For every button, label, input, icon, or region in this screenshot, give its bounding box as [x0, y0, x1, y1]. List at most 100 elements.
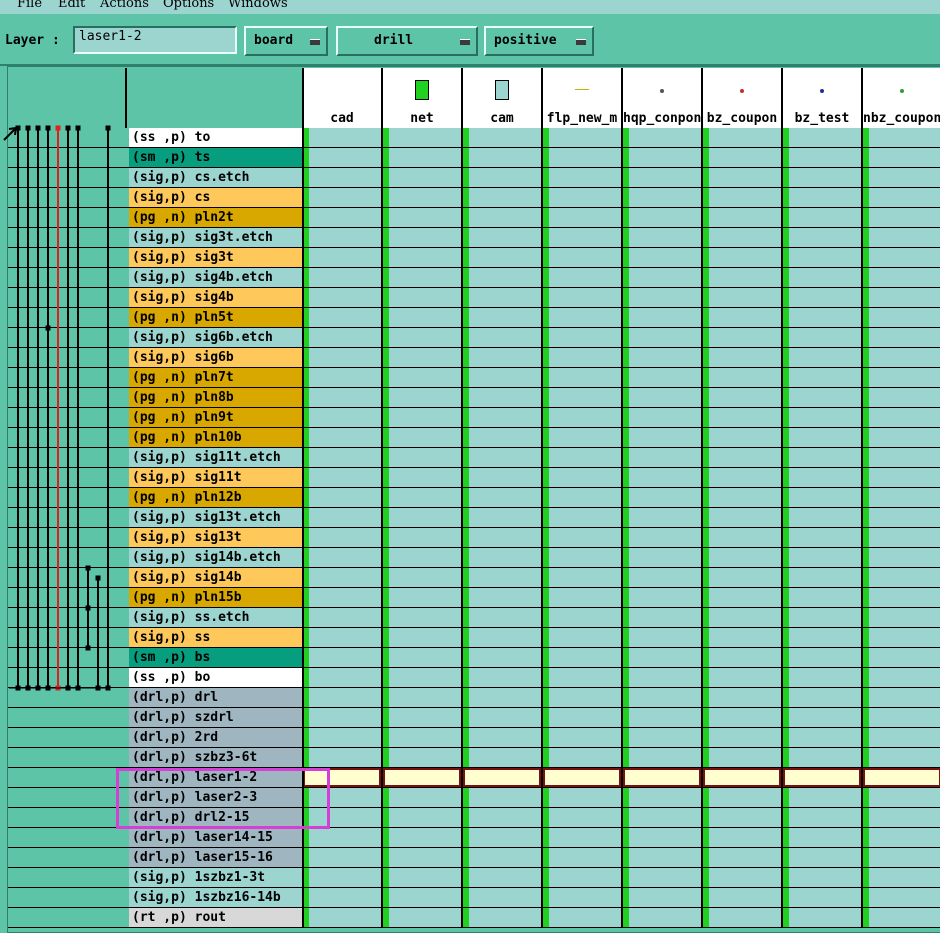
matrix-cell[interactable] — [543, 528, 621, 547]
matrix-cell[interactable] — [383, 228, 461, 247]
matrix-cell[interactable] — [383, 388, 461, 407]
matrix-cell[interactable] — [783, 168, 861, 187]
layer-row-label[interactable]: (sig,p) sig3t.etch — [129, 228, 302, 247]
matrix-cell[interactable] — [383, 488, 461, 507]
matrix-cell[interactable] — [863, 528, 940, 547]
matrix-cell[interactable] — [383, 548, 461, 567]
layer-row-label[interactable]: (sig,p) ss — [129, 628, 302, 647]
matrix-cell[interactable] — [543, 608, 621, 627]
matrix-cell[interactable] — [623, 888, 701, 907]
matrix-cell[interactable] — [383, 668, 461, 687]
matrix-cell[interactable] — [863, 548, 940, 567]
matrix-cell[interactable] — [863, 388, 940, 407]
matrix-cell[interactable] — [623, 268, 701, 287]
matrix-cell[interactable] — [303, 248, 381, 267]
matrix-cell[interactable] — [863, 588, 940, 607]
matrix-cell[interactable] — [543, 328, 621, 347]
matrix-cell[interactable] — [783, 588, 861, 607]
matrix-cell[interactable] — [303, 748, 381, 767]
matrix-cell[interactable] — [383, 608, 461, 627]
matrix-cell[interactable] — [863, 308, 940, 327]
matrix-cell[interactable] — [783, 188, 861, 207]
matrix-cell[interactable] — [543, 508, 621, 527]
matrix-cell[interactable] — [463, 328, 541, 347]
matrix-cell[interactable] — [863, 188, 940, 207]
matrix-cell[interactable] — [383, 908, 461, 927]
matrix-cell[interactable] — [623, 248, 701, 267]
layer-row-label[interactable]: (sig,p) cs — [129, 188, 302, 207]
matrix-cell[interactable] — [783, 528, 861, 547]
context-dropdown[interactable]: board — [244, 26, 328, 56]
matrix-cell[interactable] — [543, 588, 621, 607]
matrix-cell[interactable] — [783, 768, 861, 787]
matrix-cell[interactable] — [463, 908, 541, 927]
matrix-cell[interactable] — [543, 368, 621, 387]
matrix-cell[interactable] — [383, 828, 461, 847]
matrix-cell[interactable] — [543, 308, 621, 327]
matrix-cell[interactable] — [303, 128, 381, 147]
matrix-cell[interactable] — [783, 728, 861, 747]
matrix-cell[interactable] — [543, 248, 621, 267]
matrix-cell[interactable] — [623, 828, 701, 847]
matrix-cell[interactable] — [783, 668, 861, 687]
matrix-cell[interactable] — [543, 868, 621, 887]
matrix-cell[interactable] — [783, 248, 861, 267]
matrix-cell[interactable] — [463, 228, 541, 247]
matrix-cell[interactable] — [463, 648, 541, 667]
layer-row-label[interactable]: (drl,p) 2rd — [129, 728, 302, 747]
matrix-cell[interactable] — [543, 808, 621, 827]
matrix-cell[interactable] — [703, 408, 781, 427]
matrix-cell[interactable] — [623, 568, 701, 587]
matrix-cell[interactable] — [783, 888, 861, 907]
matrix-cell[interactable] — [623, 868, 701, 887]
layer-row-label[interactable]: (sig,p) sig11t.etch — [129, 448, 302, 467]
column-header-hqp_conpon[interactable]: hqp_conpon — [623, 68, 703, 128]
matrix-cell[interactable] — [623, 228, 701, 247]
matrix-cell[interactable] — [543, 468, 621, 487]
matrix-cell[interactable] — [463, 588, 541, 607]
matrix-cell[interactable] — [703, 388, 781, 407]
layer-row-label[interactable]: (pg ,n) pln2t — [129, 208, 302, 227]
layer-row-label[interactable]: (sig,p) sig6b.etch — [129, 328, 302, 347]
matrix-cell[interactable] — [463, 488, 541, 507]
matrix-cell[interactable] — [863, 848, 940, 867]
matrix-cell[interactable] — [863, 868, 940, 887]
layer-row-label[interactable]: (sig,p) sig6b — [129, 348, 302, 367]
matrix-cell[interactable] — [783, 468, 861, 487]
matrix-cell[interactable] — [783, 208, 861, 227]
matrix-cell[interactable] — [303, 608, 381, 627]
matrix-cell[interactable] — [783, 128, 861, 147]
matrix-cell[interactable] — [703, 748, 781, 767]
matrix-cell[interactable] — [463, 868, 541, 887]
column-header-bz_coupon[interactable]: bz_coupon — [703, 68, 783, 128]
matrix-cell[interactable] — [303, 368, 381, 387]
matrix-cell[interactable] — [463, 808, 541, 827]
matrix-cell[interactable] — [383, 408, 461, 427]
matrix-cell[interactable] — [303, 588, 381, 607]
matrix-cell[interactable] — [783, 788, 861, 807]
matrix-cell[interactable] — [463, 168, 541, 187]
matrix-cell[interactable] — [383, 248, 461, 267]
matrix-cell[interactable] — [383, 708, 461, 727]
matrix-cell[interactable] — [623, 788, 701, 807]
matrix-cell[interactable] — [383, 868, 461, 887]
matrix-cell[interactable] — [783, 348, 861, 367]
matrix-cell[interactable] — [383, 168, 461, 187]
matrix-cell[interactable] — [303, 428, 381, 447]
matrix-cell[interactable] — [383, 188, 461, 207]
matrix-cell[interactable] — [703, 148, 781, 167]
matrix-cell[interactable] — [303, 228, 381, 247]
matrix-cell[interactable] — [863, 508, 940, 527]
matrix-cell[interactable] — [623, 128, 701, 147]
matrix-cell[interactable] — [623, 408, 701, 427]
matrix-cell[interactable] — [623, 188, 701, 207]
matrix-cell[interactable] — [783, 548, 861, 567]
matrix-cell[interactable] — [303, 488, 381, 507]
matrix-cell[interactable] — [783, 748, 861, 767]
matrix-cell[interactable] — [543, 768, 621, 787]
matrix-cell[interactable] — [703, 868, 781, 887]
matrix-cell[interactable] — [783, 408, 861, 427]
matrix-cell[interactable] — [863, 348, 940, 367]
matrix-cell[interactable] — [703, 728, 781, 747]
matrix-cell[interactable] — [703, 848, 781, 867]
